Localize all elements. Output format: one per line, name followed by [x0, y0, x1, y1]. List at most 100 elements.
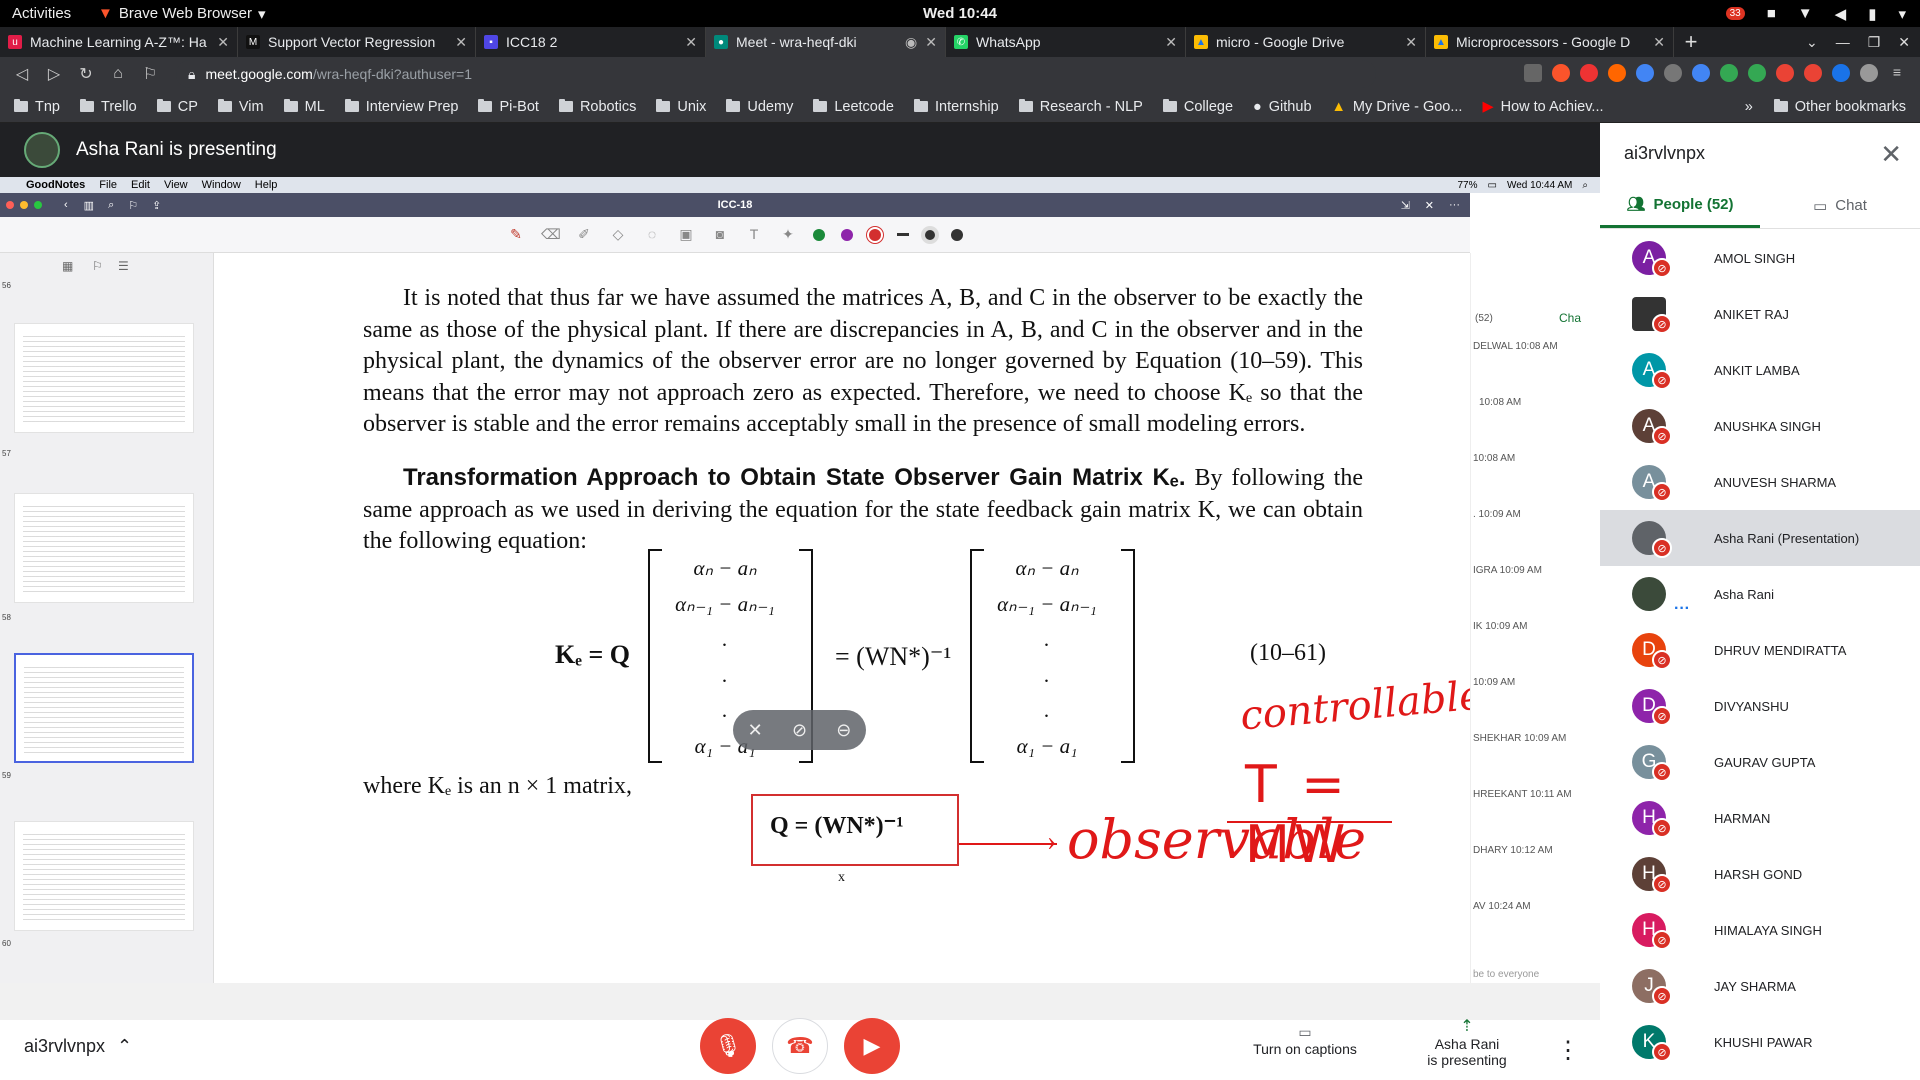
system-clock[interactable]: Wed 10:44	[923, 5, 997, 22]
close-window-icon[interactable]: ✕	[1898, 34, 1910, 51]
tab-chat[interactable]: ▭ Chat	[1760, 183, 1920, 228]
meeting-details-button[interactable]: ai3rvlvnpx ⌃	[24, 1036, 132, 1057]
bookmark-folder[interactable]: Unix	[646, 99, 716, 115]
list-item[interactable]: ⊘ Asha Rani (Presentation)	[1600, 510, 1920, 566]
tab-search-icon[interactable]: ⌄	[1806, 34, 1818, 51]
camera-icon[interactable]: ■	[1767, 5, 1776, 22]
mute-presenter-icon[interactable]: ⊘	[792, 720, 807, 741]
close-icon[interactable]: ✕	[455, 34, 467, 51]
captions-button[interactable]: ▭ Turn on captions	[1250, 1024, 1360, 1057]
activities-button[interactable]: Activities	[12, 5, 71, 22]
remove-icon[interactable]: ⊖	[836, 720, 851, 741]
bookmark-folder[interactable]: CP	[147, 99, 208, 115]
list-item[interactable]: ⊘ ANIKET RAJ	[1600, 286, 1920, 342]
mic-toggle-button[interactable]: 🎙︎	[700, 1018, 756, 1074]
brave-rewards-icon[interactable]	[1580, 64, 1598, 82]
extension-icon[interactable]	[1804, 64, 1822, 82]
bookmark-link[interactable]: ▶ How to Achiev...	[1472, 99, 1613, 115]
browser-tab[interactable]: ▪ ICC18 2 ✕	[476, 27, 706, 57]
forward-icon[interactable]: ▷	[38, 64, 70, 84]
extension-icon[interactable]	[1860, 64, 1878, 82]
browser-tab-active[interactable]: ● Meet - wra-heqf-dki ◉ ✕	[706, 27, 946, 57]
list-item[interactable]: A ⊘ ANUVESH SHARMA	[1600, 454, 1920, 510]
new-tab-button[interactable]: +	[1674, 27, 1708, 57]
minimize-icon[interactable]: —	[1836, 34, 1850, 50]
bookmark-folder[interactable]: Pi-Bot	[468, 99, 549, 115]
list-item[interactable]: A ⊘ AMOL SINGH	[1600, 230, 1920, 286]
app-menu[interactable]: ▼ Brave Web Browser ▾	[98, 5, 266, 23]
bookmark-folder[interactable]: Vim	[208, 99, 274, 115]
extension-icon[interactable]	[1608, 64, 1626, 82]
list-item[interactable]: A ⊘ ANUSHKA SINGH	[1600, 398, 1920, 454]
list-item[interactable]: H ⊘ HARMAN	[1600, 790, 1920, 846]
more-options-icon[interactable]: ⋮	[1556, 1036, 1580, 1065]
browser-tab[interactable]: ▲ micro - Google Drive ✕	[1186, 27, 1426, 57]
browser-tab[interactable]: M Support Vector Regression ✕	[238, 27, 476, 57]
extension-icon[interactable]	[1692, 64, 1710, 82]
right-vector: αₙ − aₙ αₙ₋₁ − aₙ₋₁ . . . α₁ − a₁	[977, 551, 1117, 764]
bookmark-folder[interactable]: ML	[274, 99, 335, 115]
menu-icon[interactable]: ≡	[1888, 64, 1906, 82]
list-item[interactable]: ··· Asha Rani	[1600, 566, 1920, 622]
list-item[interactable]: G ⊘ GAURAV GUPTA	[1600, 734, 1920, 790]
bookmark-folder[interactable]: Udemy	[716, 99, 803, 115]
list-item[interactable]: A ⊘ ANKIT LAMBA	[1600, 342, 1920, 398]
browser-tab[interactable]: ▲ Microprocessors - Google D ✕	[1426, 27, 1674, 57]
bookmark-folder[interactable]: Research - NLP	[1009, 99, 1153, 115]
pin-off-icon[interactable]: ✕	[748, 720, 763, 741]
close-icon[interactable]: ✕	[685, 34, 697, 51]
extension-icon[interactable]	[1636, 64, 1654, 82]
address-bar[interactable]: 🔒︎ meet.google.com/wra-heqf-dki?authuser…	[176, 60, 1376, 88]
tab-people[interactable]: 👥︎ People (52)	[1600, 183, 1760, 228]
extension-icon[interactable]	[1720, 64, 1738, 82]
other-bookmarks[interactable]: » Other bookmarks	[1745, 99, 1906, 115]
extension-icon[interactable]	[1748, 64, 1766, 82]
wifi-icon[interactable]: ▼	[1798, 5, 1813, 22]
reload-icon[interactable]: ↻	[70, 64, 102, 84]
extension-icon[interactable]	[1664, 64, 1682, 82]
list-item[interactable]: H ⊘ HARSH GOND	[1600, 846, 1920, 902]
close-icon[interactable]: ✕	[1880, 139, 1902, 170]
camera-permission-icon[interactable]	[1524, 64, 1542, 82]
close-icon[interactable]: ✕	[1405, 34, 1417, 51]
overflow-chevron-icon[interactable]: »	[1745, 99, 1753, 115]
bookmark-link[interactable]: ● Github	[1243, 99, 1322, 115]
extension-icon[interactable]	[1832, 64, 1850, 82]
power-icon[interactable]: ▾	[1898, 5, 1906, 23]
brave-shields-icon[interactable]	[1552, 64, 1570, 82]
bookmark-folder[interactable]: Leetcode	[803, 99, 904, 115]
battery-icon[interactable]: ▮	[1868, 5, 1876, 23]
bookmark-folder[interactable]: Robotics	[549, 99, 646, 115]
list-item[interactable]: D ⊘ DHRUV MENDIRATTA	[1600, 622, 1920, 678]
close-icon[interactable]: ✕	[1653, 34, 1665, 51]
list-item[interactable]: J ⊘ JAY SHARMA	[1600, 958, 1920, 1014]
list-item[interactable]: K ⊘ KHUSHI PAWAR	[1600, 1014, 1920, 1070]
notification-badge[interactable]: 33	[1725, 7, 1745, 20]
volume-icon[interactable]: ◀	[1835, 5, 1847, 23]
bookmark-link[interactable]: ▲ My Drive - Goo...	[1322, 99, 1473, 115]
browser-tab[interactable]: ✆ WhatsApp ✕	[946, 27, 1186, 57]
bookmark-folder[interactable]: College	[1153, 99, 1243, 115]
extension-icon[interactable]	[1776, 64, 1794, 82]
bookmark-icon[interactable]: ⚐	[134, 64, 166, 84]
bookmark-folder[interactable]: Trello	[70, 99, 147, 115]
home-icon[interactable]: ⌂	[102, 65, 134, 83]
bookmark-folder[interactable]: Tnp	[4, 99, 70, 115]
close-icon[interactable]: ✕	[217, 34, 229, 51]
list-item[interactable]: D ⊘ DIVYANSHU	[1600, 678, 1920, 734]
bookmark-folder[interactable]: Internship	[904, 99, 1009, 115]
close-icon[interactable]: ✕	[925, 34, 937, 51]
bookmark-label: ML	[304, 98, 325, 115]
close-icon[interactable]: ✕	[1165, 34, 1177, 51]
leave-call-button[interactable]: ☎︎	[772, 1018, 828, 1074]
system-tray[interactable]: 33 ■ ▼ ◀ ▮ ▾	[1725, 5, 1906, 23]
list-item[interactable]: H ⊘ HIMALAYA SINGH	[1600, 902, 1920, 958]
page-number: 59	[2, 771, 11, 780]
bookmark-folder[interactable]: Interview Prep	[335, 99, 469, 115]
back-icon[interactable]: ◁	[6, 64, 38, 84]
browser-tab[interactable]: u Machine Learning A-Z™: Ha ✕	[0, 27, 238, 57]
presentation-status-button[interactable]: ⇡ Asha Rani is presenting	[1412, 1016, 1522, 1068]
presenter-controls-pill[interactable]: ✕ ⊘ ⊖	[733, 710, 866, 750]
maximize-icon[interactable]: ❐	[1868, 34, 1881, 51]
camera-toggle-button[interactable]: ▶	[844, 1018, 900, 1074]
